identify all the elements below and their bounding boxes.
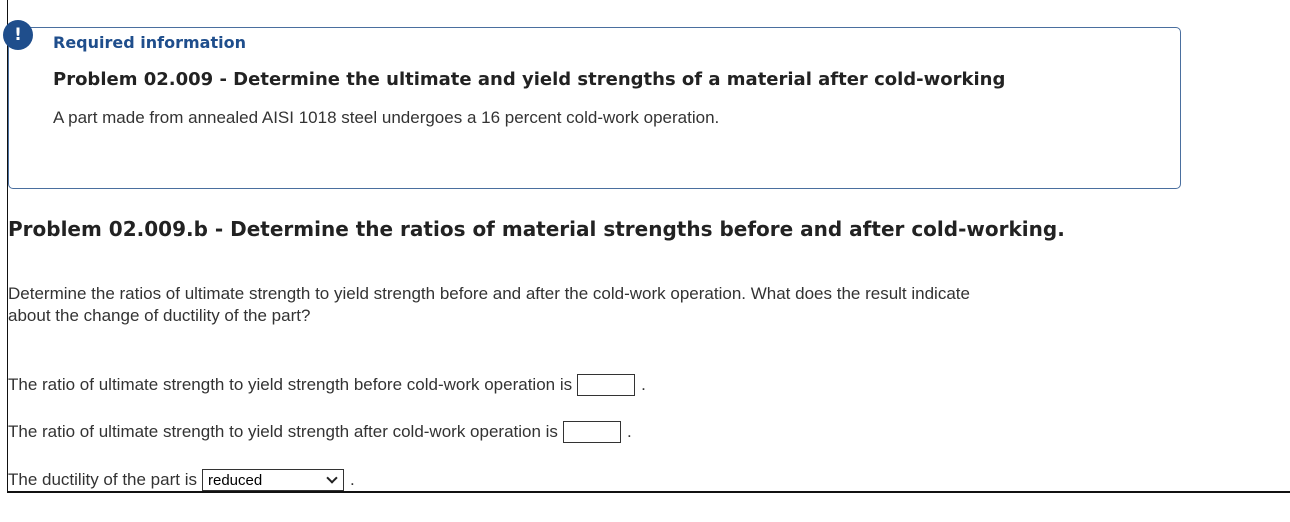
ratio-before-label: The ratio of ultimate strength to yield … bbox=[8, 375, 573, 394]
part-b-title: Problem 02.009.b - Determine the ratios … bbox=[8, 217, 1065, 241]
ductility-row: The ductility of the part is reduced . bbox=[8, 469, 355, 491]
period: . bbox=[349, 470, 355, 489]
required-info-heading: Required information bbox=[53, 33, 246, 52]
period: . bbox=[626, 422, 632, 441]
exclamation-circle-icon: ! bbox=[3, 20, 33, 50]
ductility-select[interactable]: reduced bbox=[201, 469, 344, 491]
ductility-selected-value: reduced bbox=[207, 471, 263, 489]
question-line-2: about the change of ductility of the par… bbox=[8, 306, 311, 325]
period: . bbox=[641, 375, 646, 394]
question-line-1: Determine the ratios of ultimate strengt… bbox=[8, 284, 970, 303]
ratio-before-row: The ratio of ultimate strength to yield … bbox=[8, 374, 646, 396]
chevron-down-icon bbox=[326, 472, 338, 484]
problem-description: A part made from annealed AISI 1018 stee… bbox=[53, 108, 720, 127]
ratio-after-label: The ratio of ultimate strength to yield … bbox=[8, 422, 558, 441]
ratio-after-input[interactable] bbox=[562, 421, 621, 443]
problem-title: Problem 02.009 - Determine the ultimate … bbox=[53, 69, 1006, 90]
ductility-label: The ductility of the part is bbox=[8, 470, 197, 489]
question-text: Determine the ratios of ultimate strengt… bbox=[8, 283, 1188, 327]
bottom-rule bbox=[7, 491, 1290, 493]
ratio-after-row: The ratio of ultimate strength to yield … bbox=[8, 421, 632, 443]
ratio-before-input[interactable] bbox=[577, 374, 636, 396]
